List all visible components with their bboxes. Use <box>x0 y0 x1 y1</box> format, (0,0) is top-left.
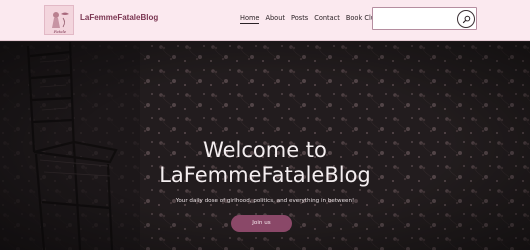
join-us-button[interactable]: Join us <box>231 215 292 232</box>
hero-title: Welcome to LaFemmeFataleBlog <box>0 138 530 188</box>
main-nav: Home About Posts Contact Book Club <box>240 14 385 24</box>
site-title[interactable]: LaFemmeFataleBlog <box>80 13 158 22</box>
hero-title-line2: LaFemmeFataleBlog <box>159 163 371 187</box>
site-header: Fatale LaFemmeFataleBlog Home About Post… <box>0 0 530 41</box>
nav-about[interactable]: About <box>265 14 285 24</box>
search-button[interactable] <box>457 10 475 28</box>
nav-posts[interactable]: Posts <box>291 14 308 24</box>
site-logo[interactable]: Fatale <box>44 5 74 35</box>
search-input[interactable] <box>377 11 453 26</box>
logo-illustration-icon: Fatale <box>52 12 69 34</box>
hero-section: Welcome to LaFemmeFataleBlog Your daily … <box>0 42 530 250</box>
hero-title-line1: Welcome to <box>203 138 327 162</box>
logo-text: Fatale <box>53 29 67 34</box>
nav-contact[interactable]: Contact <box>314 14 340 24</box>
search-box <box>372 7 477 30</box>
nav-home[interactable]: Home <box>240 14 260 24</box>
hero-subtitle: Your daily dose of girlhood, politics, a… <box>175 198 355 204</box>
search-icon <box>462 15 470 23</box>
